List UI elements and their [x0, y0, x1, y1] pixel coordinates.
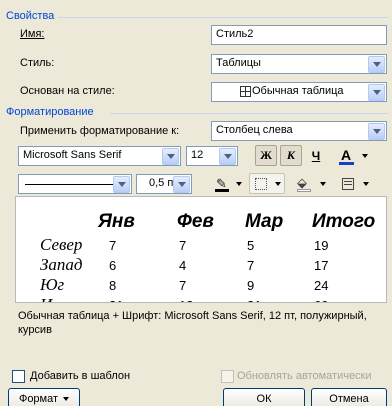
alignment-icon	[342, 178, 354, 190]
preview-cell: 4	[179, 258, 187, 273]
apply-to-select[interactable]: Столбец слева	[211, 121, 387, 141]
underline-button[interactable]: Ч	[305, 145, 327, 166]
section-divider	[110, 113, 388, 114]
formatting-section-title: Форматирование	[6, 106, 94, 118]
name-input[interactable]: Стиль2	[211, 25, 387, 45]
style-type-select[interactable]: Таблицы	[211, 54, 387, 74]
chevron-down-icon[interactable]	[219, 148, 236, 165]
font-name-select[interactable]: Microsoft Sans Serif	[18, 146, 181, 166]
shading-swatch	[297, 189, 311, 192]
font-color-swatch	[339, 162, 354, 165]
chevron-down-icon[interactable]	[368, 84, 385, 101]
preview-row-label: Запад	[40, 255, 83, 274]
style-type-label: Стиль:	[20, 57, 55, 69]
border-style-select[interactable]	[18, 174, 132, 194]
bold-button[interactable]: Ж	[255, 145, 277, 166]
properties-section-title: Свойства	[6, 10, 55, 22]
bold-label: Ж	[260, 148, 272, 162]
preview-cell: 21	[109, 298, 123, 302]
chevron-down-icon	[363, 182, 369, 186]
chevron-down-icon	[362, 154, 368, 158]
preview-cell: 5	[247, 238, 255, 253]
chevron-down-icon[interactable]	[173, 176, 190, 193]
font-size-value: 12	[191, 149, 204, 161]
cancel-button-label: Отмена	[329, 393, 369, 405]
font-color-label: А	[341, 147, 352, 163]
chevron-down-icon[interactable]	[162, 148, 179, 165]
add-to-template-checkbox[interactable]	[12, 370, 25, 383]
apply-to-value: Столбец слева	[216, 124, 293, 136]
style-description: Обычная таблица + Шрифт: Microsoft Sans …	[18, 310, 367, 336]
ok-button-label: ОК	[256, 393, 272, 405]
border-color-swatch	[215, 189, 229, 192]
format-button-label: Формат	[18, 393, 59, 405]
preview-row-label: Север	[40, 235, 83, 254]
border-style-line	[25, 184, 113, 185]
chevron-down-icon[interactable]	[368, 56, 385, 73]
border-color-button[interactable]: ✎	[211, 173, 245, 194]
auto-update-label: Обновлять автоматически	[237, 370, 372, 382]
borders-button[interactable]	[249, 173, 285, 194]
preview-header: Итого	[312, 211, 376, 232]
style-type-value: Таблицы	[216, 57, 261, 69]
preview-cell: 7	[179, 238, 187, 253]
format-button[interactable]: Формат	[8, 388, 80, 406]
preview-row-label: Итого	[40, 295, 88, 302]
italic-button[interactable]: К	[280, 145, 302, 166]
preview-cell: 6	[109, 258, 117, 273]
font-name-value: Microsoft Sans Serif	[23, 149, 122, 161]
cancel-button[interactable]: Отмена	[311, 388, 387, 406]
ok-button[interactable]: ОК	[223, 388, 305, 406]
preview-header: Мар	[245, 211, 284, 232]
preview-cell: 19	[314, 238, 329, 253]
font-color-button[interactable]: А	[334, 145, 374, 166]
preview-cell: 7	[247, 258, 255, 273]
preview-cell: 9	[247, 278, 255, 293]
style-preview: Янв Фев Мар Итого Север 7 7 5 19 Запад 6…	[15, 196, 387, 303]
font-size-select[interactable]: 12	[186, 146, 238, 166]
borders-icon	[255, 178, 267, 190]
border-width-select[interactable]: 0,5 пт	[136, 174, 192, 194]
chevron-down-icon	[236, 182, 242, 186]
preview-cell: 17	[314, 258, 329, 273]
chevron-down-icon	[275, 182, 281, 186]
italic-label: К	[286, 148, 296, 162]
based-on-select[interactable]: Обычная таблица	[211, 82, 387, 102]
preview-row-label: Юг	[40, 275, 65, 294]
name-label: Имя:	[20, 28, 44, 40]
chevron-down-icon	[63, 397, 70, 401]
name-label-text: Имя:	[20, 28, 45, 40]
apply-to-label: Применить форматирование к:	[20, 125, 180, 137]
based-on-label: Основан на стиле:	[20, 85, 115, 97]
chevron-down-icon[interactable]	[113, 176, 130, 193]
preview-cell: 60	[314, 298, 328, 302]
auto-update-checkbox	[221, 370, 234, 383]
underline-label: Ч	[311, 148, 321, 163]
preview-cell: 24	[314, 278, 329, 293]
shading-button[interactable]: ⬙	[293, 173, 331, 194]
chevron-down-icon[interactable]	[368, 123, 385, 140]
preview-header: Янв	[98, 211, 135, 232]
preview-cell: 18	[179, 298, 193, 302]
preview-cell: 7	[179, 278, 187, 293]
add-to-template-label: Добавить в шаблон	[30, 370, 131, 382]
cell-alignment-button[interactable]	[337, 173, 373, 194]
preview-header: Фев	[177, 211, 214, 232]
preview-cell: 7	[109, 238, 117, 253]
preview-cell: 21	[247, 298, 261, 302]
based-on-value: Обычная таблица	[252, 85, 344, 97]
section-divider	[58, 17, 388, 18]
preview-cell: 8	[109, 278, 117, 293]
table-style-icon	[240, 86, 251, 97]
chevron-down-icon	[320, 182, 326, 186]
